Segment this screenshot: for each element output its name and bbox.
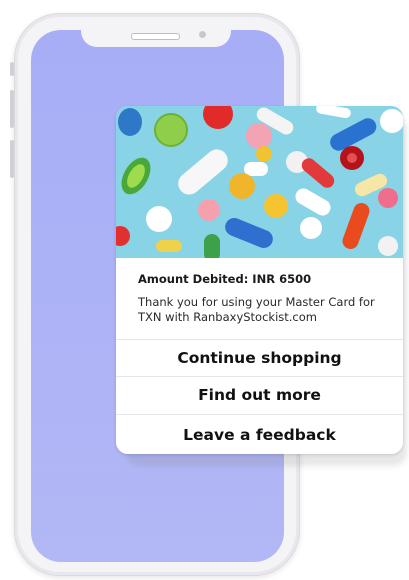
transaction-message: Thank you for using your Master Card for… [138,295,375,324]
volume-down-button [10,140,14,178]
volume-up-button [10,90,14,128]
leave-feedback-button[interactable]: Leave a feedback [116,414,403,454]
mute-switch [10,62,14,76]
medicine-pills-image [116,106,403,258]
front-camera [199,31,206,38]
notification-card: Amount Debited: INR 6500 Thank you for u… [116,106,403,454]
find-out-more-button[interactable]: Find out more [116,376,403,413]
amount-debited-text: Amount Debited: INR 6500 [138,272,312,286]
speaker-grille [131,33,180,40]
continue-shopping-button[interactable]: Continue shopping [116,339,403,376]
